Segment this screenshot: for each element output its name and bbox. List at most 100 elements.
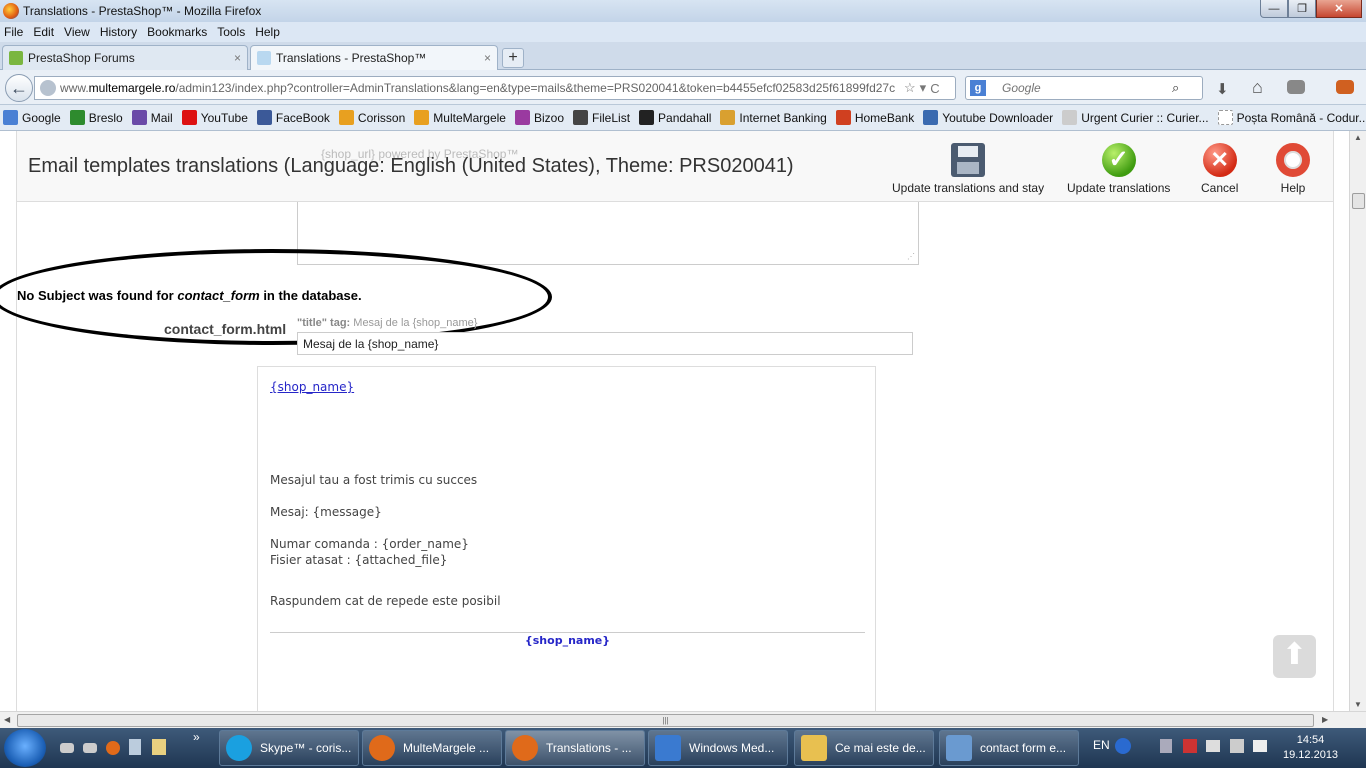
bookmark-google[interactable]: Google	[3, 110, 61, 125]
home-icon[interactable]: ⌂	[1252, 77, 1263, 98]
page-border	[16, 131, 17, 711]
update-and-stay-button[interactable]: Update translations and stay	[892, 143, 1044, 195]
flag-tray-icon[interactable]	[1183, 739, 1197, 753]
bank-icon	[720, 110, 736, 125]
taskbar-item-firefox-translations[interactable]: Translations - ...	[505, 730, 645, 766]
corisson-icon	[338, 110, 354, 125]
menu-bar: File Edit View History Bookmarks Tools H…	[0, 22, 1366, 42]
taskbar-item-image[interactable]: contact form e...	[939, 730, 1079, 766]
taskbar-item-firefox-multemargele[interactable]: MulteMargele ...	[362, 730, 502, 766]
firefox-icon	[3, 3, 19, 19]
bookmark-facebook[interactable]: FaceBook	[256, 110, 330, 125]
taskbar-item-skype[interactable]: Skype™ - coris...	[219, 730, 359, 766]
search-input[interactable]	[1002, 81, 1172, 95]
resize-grip-icon[interactable]: ⋰	[907, 252, 915, 261]
quicklaunch-icon[interactable]	[60, 743, 74, 753]
vertical-scroll-thumb[interactable]	[1352, 193, 1365, 209]
search-icon[interactable]: ⌕	[1172, 80, 1179, 96]
menu-view[interactable]: View	[64, 25, 90, 39]
quicklaunch-icon[interactable]	[152, 739, 166, 755]
bookmark-breslo[interactable]: Breslo	[69, 110, 123, 125]
bookmark-mail[interactable]: Mail	[131, 110, 173, 125]
folder-icon	[801, 735, 827, 761]
bookmark-pandahall[interactable]: Pandahall	[639, 110, 711, 125]
tab-label: PrestaShop Forums	[28, 51, 135, 65]
minimize-button[interactable]: —	[1260, 0, 1288, 18]
quicklaunch-icon[interactable]	[83, 743, 97, 753]
url-text: www.multemargele.ro/admin123/index.php?c…	[60, 81, 896, 95]
url-bar[interactable]: www.multemargele.ro/admin123/index.php?c…	[34, 76, 956, 100]
language-indicator[interactable]: EN	[1093, 738, 1110, 752]
bookmark-internet-banking[interactable]: Internet Banking	[720, 110, 827, 125]
download-icon[interactable]: ⬇	[1216, 80, 1229, 98]
horizontal-scroll-thumb[interactable]: |||	[17, 714, 1314, 727]
taskbar-item-windows-media[interactable]: Windows Med...	[648, 730, 788, 766]
volume-icon[interactable]	[1253, 740, 1267, 752]
horizontal-scrollbar[interactable]: ◀ ||| ▶	[0, 711, 1366, 728]
clock-time: 14:54	[1296, 734, 1325, 746]
quicklaunch-more-icon[interactable]: »	[193, 730, 200, 744]
search-bar[interactable]: g ⌕	[965, 76, 1203, 100]
back-button[interactable]: ←	[5, 74, 33, 102]
scroll-down-icon[interactable]: ▼	[1354, 700, 1362, 709]
tray-icon[interactable]	[1160, 739, 1172, 753]
cancel-x-icon: ✕	[1202, 143, 1237, 177]
bookmark-youtube-downloader[interactable]: Youtube Downloader	[923, 110, 1053, 125]
firefox-quicklaunch-icon[interactable]	[106, 741, 120, 755]
email-template-editor[interactable]: {shop_name} Mesajul tau a fost trimis cu…	[257, 366, 876, 711]
page-title: Email templates translations (Language: …	[28, 155, 794, 177]
tab-prestashop-forums[interactable]: PrestaShop Forums ×	[2, 45, 248, 70]
bookmark-corisson[interactable]: Corisson	[338, 110, 405, 125]
reload-icon[interactable]: C	[930, 81, 939, 96]
template-file-label: contact_form.html	[164, 321, 287, 337]
menu-history[interactable]: History	[100, 25, 137, 39]
bookmark-bizoo[interactable]: Bizoo	[514, 110, 564, 125]
close-button[interactable]: ✕	[1316, 0, 1362, 18]
shop-name-link[interactable]: {shop_name}	[270, 380, 354, 394]
scroll-to-top-button[interactable]: ⬆	[1273, 635, 1316, 678]
menu-edit[interactable]: Edit	[33, 25, 54, 39]
menu-help[interactable]: Help	[255, 25, 280, 39]
tab-translations[interactable]: Translations - PrestaShop™ ×	[250, 45, 498, 70]
bookmark-urgent-curier[interactable]: Urgent Curier :: Curier...	[1062, 110, 1209, 125]
tab-close-icon[interactable]: ×	[484, 51, 491, 65]
cancel-button[interactable]: ✕ Cancel	[1201, 143, 1238, 195]
menu-bookmarks[interactable]: Bookmarks	[147, 25, 207, 39]
prestashop-favicon	[257, 51, 271, 65]
title-tag-input[interactable]	[297, 332, 913, 355]
url-dropdown-icon[interactable]: ▾	[920, 80, 927, 96]
start-button[interactable]	[4, 729, 46, 767]
bookmark-posta-romana[interactable]: Poșta Română - Codur...	[1217, 110, 1366, 125]
taskbar-item-folder[interactable]: Ce mai este de...	[794, 730, 934, 766]
scroll-up-icon[interactable]: ▲	[1354, 133, 1362, 142]
bookmark-star-icon[interactable]: ☆	[904, 80, 916, 96]
bookmark-filelist[interactable]: FileList	[573, 110, 630, 125]
menu-file[interactable]: File	[4, 25, 23, 39]
window-titlebar: Translations - PrestaShop™ - Mozilla Fir…	[0, 0, 1366, 22]
email-footer-shop-name: {shop_name}	[524, 634, 611, 647]
bookmark-multemargele[interactable]: MulteMargele	[414, 110, 506, 125]
mail-icon	[131, 110, 147, 125]
scroll-left-icon[interactable]: ◀	[4, 715, 10, 724]
maximize-button[interactable]: ❐	[1288, 0, 1316, 18]
system-clock[interactable]: 14:54 19.12.2013	[1283, 733, 1338, 763]
update-translations-button[interactable]: ✓ Update translations	[1067, 143, 1170, 195]
tab-close-icon[interactable]: ×	[234, 51, 241, 65]
help-button[interactable]: Help	[1276, 143, 1310, 195]
bookmark-homebank[interactable]: HomeBank	[835, 110, 914, 125]
scroll-right-icon[interactable]: ▶	[1322, 715, 1328, 724]
tray-icon[interactable]	[1230, 739, 1244, 753]
email-line-order: Numar comanda : {order_name}	[270, 537, 469, 551]
menu-tools[interactable]: Tools	[217, 25, 245, 39]
new-tab-button[interactable]: +	[502, 48, 524, 68]
help-tray-icon[interactable]	[1115, 738, 1131, 754]
addon-icon[interactable]	[1287, 80, 1305, 94]
network-icon[interactable]	[1206, 740, 1220, 752]
vertical-scrollbar[interactable]: ▲ ▼	[1349, 131, 1366, 711]
facebook-icon	[256, 110, 272, 125]
google-icon[interactable]: g	[970, 80, 986, 96]
addon-orange-icon[interactable]	[1336, 80, 1354, 94]
quicklaunch-icon[interactable]	[129, 739, 141, 755]
bookmark-youtube[interactable]: YouTube	[181, 110, 248, 125]
breslo-icon	[69, 110, 85, 125]
